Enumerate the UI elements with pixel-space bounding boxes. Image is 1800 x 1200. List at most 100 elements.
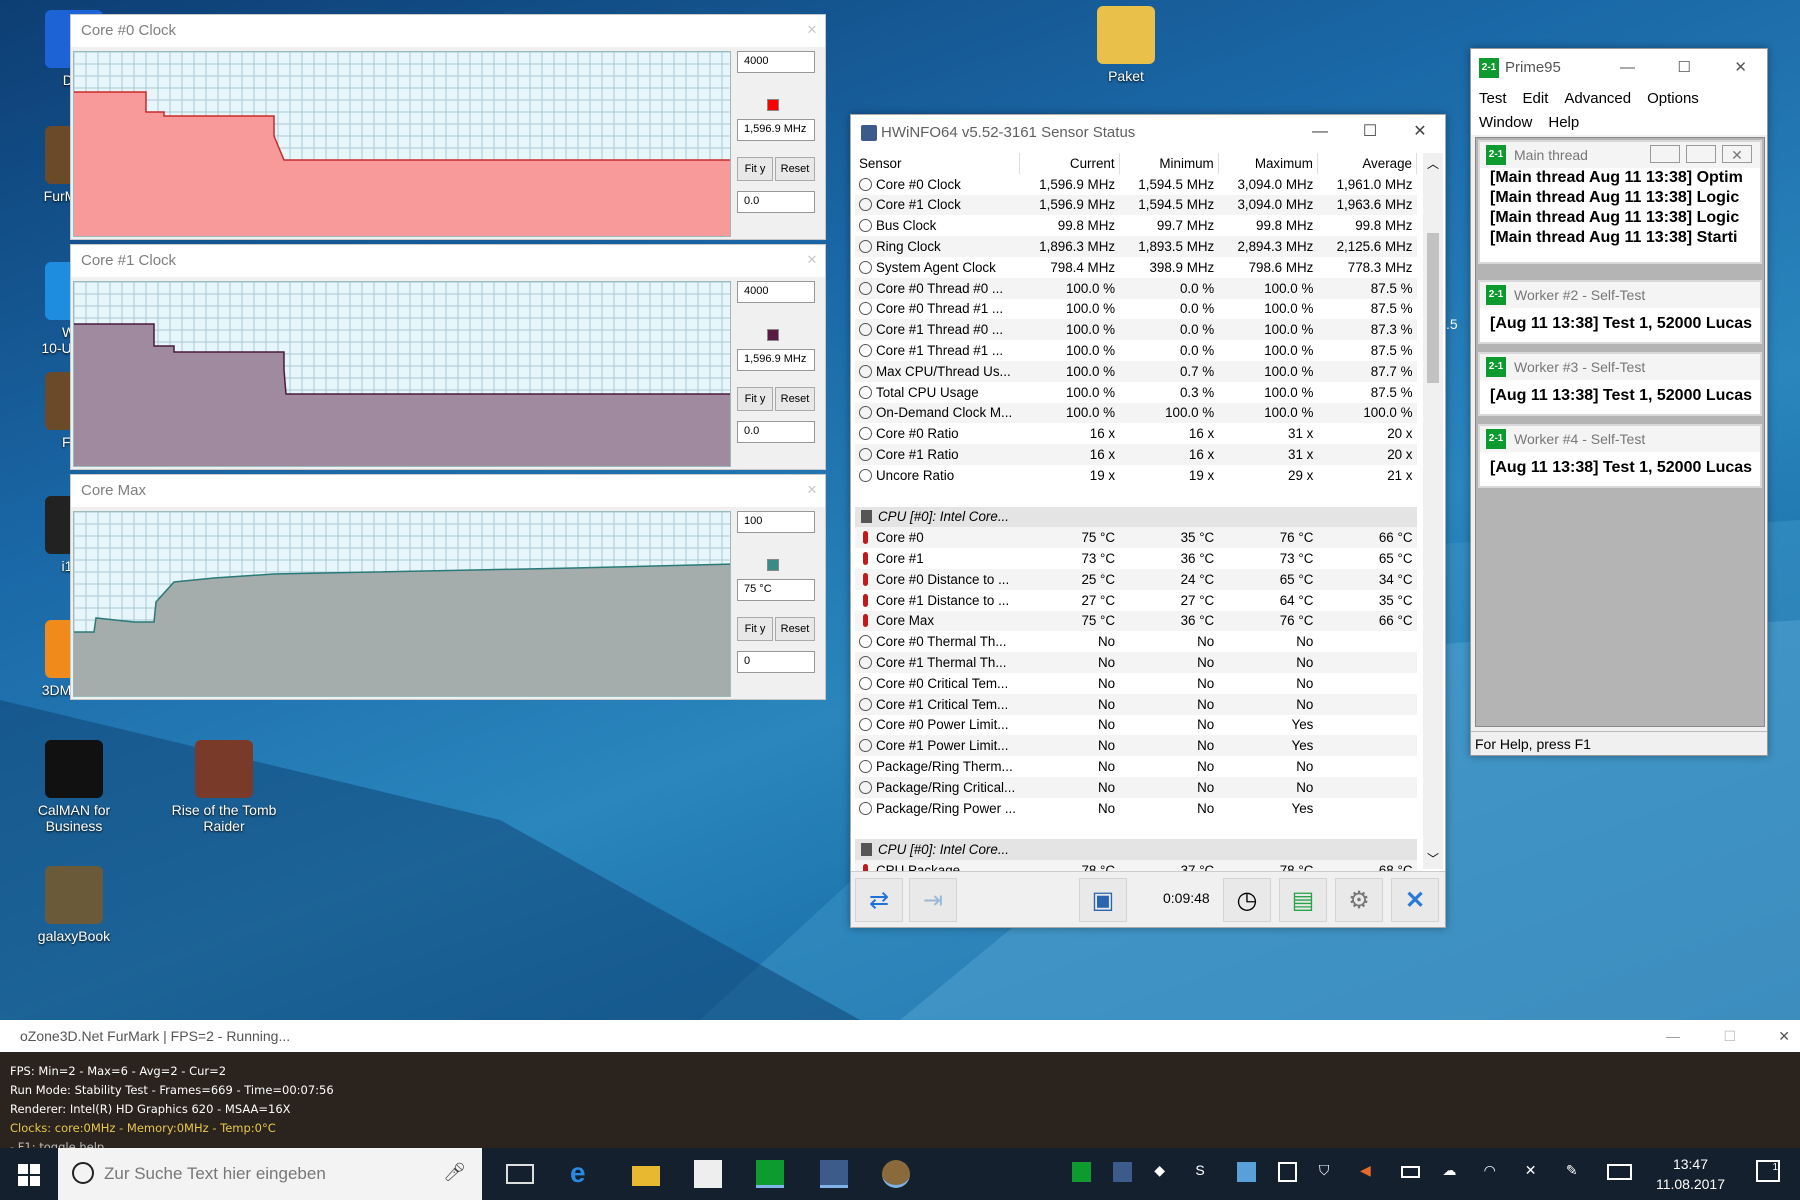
keyboard-icon[interactable] [1606,1164,1632,1180]
sensor-row[interactable]: Uncore Ratio 19 x 19 x 29 x 21 x [855,465,1417,486]
maximize-icon[interactable]: ☐ [1678,49,1691,87]
graph-max-field[interactable]: 100 [737,511,815,533]
worker-titlebar[interactable]: 2-1 Worker #4 - Self-Test [1480,426,1760,452]
sensor-row[interactable]: Core #0 Ratio 16 x 16 x 31 x 20 x [855,423,1417,444]
maximize-icon[interactable]: ☐ [1723,1020,1736,1052]
column-header-sensor[interactable]: Sensor [855,153,1021,174]
sensor-row[interactable]: Core #1 Ratio 16 x 16 x 31 x 20 x [855,444,1417,465]
file-explorer-icon[interactable] [632,1166,660,1186]
fit-y-button[interactable]: Fit y [737,157,773,181]
onedrive-cloud-icon[interactable]: ☁ [1442,1162,1461,1182]
reset-button[interactable]: Reset [775,617,815,641]
scroll-up-icon[interactable]: ︿ [1427,155,1439,172]
menu-item[interactable]: Advanced [1564,90,1631,107]
sensor-graph-window[interactable]: Core #1 Clock ✕ 4000 1,596.9 MHz Fit y R… [70,244,826,470]
desktop-icon[interactable]: Rise of the Tomb Raider [164,740,284,834]
sensor-row[interactable]: Core #0 Power Limit... No No Yes [855,715,1417,736]
menu-item[interactable]: Edit [1523,90,1549,107]
worker-window[interactable]: 2-1 Worker #2 - Self-Test [Aug 11 13:38]… [1478,280,1762,344]
maximize-icon[interactable]: ☐ [1345,115,1395,149]
sensor-graph-window[interactable]: Core Max ✕ 100 75 °C Fit y Reset 0 [70,474,826,700]
network-icon[interactable]: ▣ [1079,878,1127,922]
worker-titlebar[interactable]: 2-1 Worker #3 - Self-Test [1480,354,1760,380]
column-header-maximum[interactable]: Maximum [1218,153,1318,174]
exit-icon[interactable]: ✕ [1391,878,1439,922]
sensor-row[interactable]: Total CPU Usage 100.0 % 0.3 % 100.0 % 87… [855,382,1417,403]
column-header-current[interactable]: Current [1019,153,1120,174]
desktop-icon[interactable]: galaxyBook [14,866,134,944]
close-icon[interactable]: ✕ [801,19,823,41]
child-close-icon[interactable]: ✕ [1722,145,1752,163]
volume-muted-icon[interactable]: ✕ [1525,1162,1544,1182]
sensor-row[interactable]: Core #0 Distance to ... 25 °C 24 °C 65 °… [855,568,1417,590]
sensor-row[interactable]: System Agent Clock 798.4 MHz 398.9 MHz 7… [855,257,1417,278]
worker-titlebar[interactable]: 2-1 Worker #2 - Self-Test [1480,282,1760,308]
sensor-row[interactable]: Core Max 75 °C 36 °C 76 °C 66 °C [855,610,1417,632]
graph-color-swatch[interactable] [767,329,779,341]
sensor-row[interactable]: Core #1 Critical Tem... No No No [855,693,1417,715]
graph-max-field[interactable]: 4000 [737,51,815,73]
sensor-row[interactable]: Core #1 Power Limit... No No Yes [855,735,1417,757]
close-icon[interactable]: ✕ [1778,1020,1790,1052]
navigate-arrows-icon[interactable]: ⇄ [855,878,903,922]
sensor-row[interactable]: Core #1 Thermal Th... No No No [855,652,1417,673]
minimize-icon[interactable]: — [1666,1020,1680,1052]
worker-window[interactable]: 2-1 Worker #3 - Self-Test [Aug 11 13:38]… [1478,352,1762,416]
sensor-row[interactable]: Bus Clock 99.8 MHz 99.7 MHz 99.8 MHz 99.… [855,215,1417,236]
child-restore-icon[interactable] [1686,145,1716,163]
sensor-row[interactable]: Package/Ring Critical... No No No [855,776,1417,798]
minimize-icon[interactable]: — [1620,49,1635,87]
sensor-row[interactable]: Core #0 Clock 1,596.9 MHz 1,594.5 MHz 3,… [855,174,1417,195]
clock-icon[interactable]: ◷ [1223,878,1271,922]
sensor-row[interactable]: Core #0 Thread #1 ... 100.0 % 0.0 % 100.… [855,299,1417,320]
display-tray-icon[interactable] [1236,1162,1256,1182]
sensor-row[interactable]: Core #0 Thermal Th... No No No [855,631,1417,652]
main-thread-titlebar[interactable]: 2-1 Main thread ✕ [1480,142,1760,168]
start-windows-icon[interactable] [18,1164,40,1186]
sensor-row[interactable]: Core #0 Critical Tem... No No No [855,673,1417,694]
search-box[interactable]: Zur Suche Text hier eingeben 🎤︎ [58,1148,482,1200]
close-icon[interactable]: ✕ [1395,115,1445,149]
graph-min-field[interactable]: 0 [737,651,815,673]
furmark-titlebar[interactable]: oZone3D.Net FurMark | FPS=2 - Running...… [0,1020,1800,1052]
sensor-row[interactable]: Package/Ring Power ... No No Yes [855,798,1417,819]
taskbar-clock[interactable]: 13:47 11.08.2017 [1656,1154,1725,1194]
sensor-row[interactable]: Package/Ring Therm... No No No [855,756,1417,777]
hwinfo-titlebar[interactable]: HWiNFO64 v5.52-3161 Sensor Status — ☐ ✕ [851,115,1445,151]
sensor-row[interactable] [855,486,1417,507]
graph-min-field[interactable]: 0.0 [737,191,815,213]
dropbox-tray-icon[interactable]: ◆ [1154,1162,1173,1182]
graph-min-field[interactable]: 0.0 [737,421,815,443]
fit-y-button[interactable]: Fit y [737,617,773,641]
child-minimize-icon[interactable] [1650,145,1680,163]
sensor-row[interactable]: Core #0 Thread #0 ... 100.0 % 0.0 % 100.… [855,277,1417,299]
minimize-icon[interactable]: — [1295,115,1345,149]
column-header-average[interactable]: Average [1317,153,1418,174]
close-icon[interactable]: ✕ [801,249,823,271]
speaker-warning-icon[interactable]: ◀ [1360,1162,1379,1182]
graph-color-swatch[interactable] [767,99,779,111]
vertical-scrollbar[interactable]: ︿ ﹀ [1423,153,1443,869]
battery-icon[interactable] [1401,1166,1421,1178]
hwinfo-tray-icon[interactable] [1113,1162,1133,1182]
sensor-row[interactable]: Max CPU/Thread Us... 100.0 % 0.7 % 100.0… [855,360,1417,382]
sensor-row[interactable]: Core #1 Thread #1 ... 100.0 % 0.0 % 100.… [855,340,1417,361]
fit-y-button[interactable]: Fit y [737,387,773,411]
report-icon[interactable]: ▤ [1279,878,1327,922]
projector-tray-icon[interactable] [1277,1162,1297,1182]
main-thread-window[interactable]: 2-1 Main thread ✕ [Main thread Aug 11 13… [1478,140,1762,264]
scrollbar-thumb[interactable] [1427,233,1439,383]
sensor-group-header[interactable]: CPU [#0]: Intel Core... [855,506,1417,528]
sensor-row[interactable]: Core #1 Thread #0 ... 100.0 % 0.0 % 100.… [855,319,1417,341]
graph-color-swatch[interactable] [767,559,779,571]
close-icon[interactable]: ✕ [1734,49,1747,87]
edge-browser-icon[interactable]: e [570,1159,598,1188]
settings-gear-icon[interactable]: ⚙ [1335,878,1383,922]
prime95-titlebar[interactable]: 2-1 Prime95 — ☐ ✕ [1471,49,1767,87]
menu-item[interactable]: Options [1647,90,1699,107]
graph-max-field[interactable]: 4000 [737,281,815,303]
security-shield-icon[interactable]: ⛉ [1319,1162,1338,1182]
collapse-arrows-icon[interactable]: ⇥ [909,878,957,922]
sensor-group-header[interactable]: CPU [#0]: Intel Core... [855,839,1417,861]
sensor-row[interactable]: Core #1 Clock 1,596.9 MHz 1,594.5 MHz 3,… [855,194,1417,216]
